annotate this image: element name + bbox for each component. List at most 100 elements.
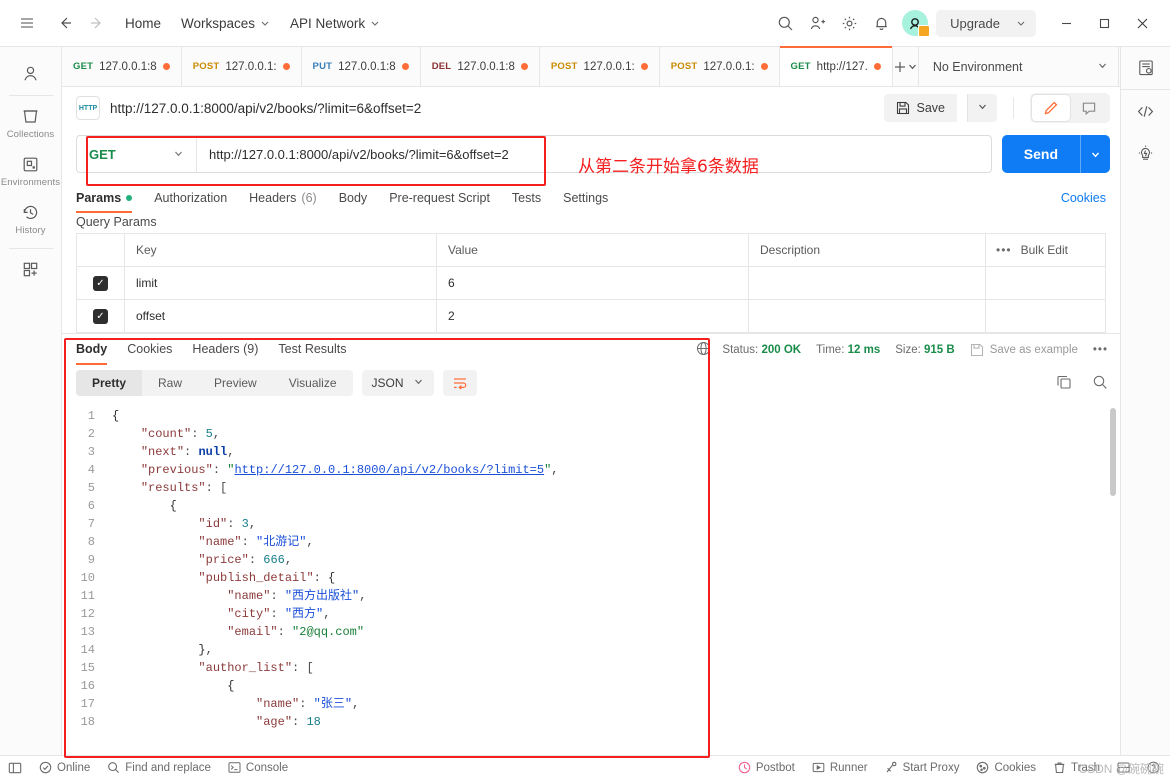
send-options-chevron-icon[interactable] [1080, 135, 1110, 173]
checkbox-checked-icon: ✓ [93, 275, 108, 291]
copy-icon[interactable] [1056, 374, 1072, 393]
http-protocol-icon: HTTP [76, 96, 100, 120]
search-icon[interactable] [1092, 374, 1108, 393]
find-and-replace-button[interactable]: Find and replace [107, 761, 211, 774]
cookies-link[interactable]: Cookies [1061, 191, 1106, 205]
request-tab[interactable]: GET 127.0.0.1:8 [62, 47, 182, 86]
sidebar-item-user[interactable] [3, 55, 59, 89]
trash-button[interactable]: Trash [1053, 761, 1100, 774]
response-tab-headers[interactable]: Headers (9) [192, 334, 258, 365]
format-preview[interactable]: Preview [198, 370, 273, 396]
row-actions [985, 267, 1105, 299]
comment-mode-button[interactable] [1070, 95, 1108, 121]
bulk-edit-button[interactable]: ••• Bulk Edit [985, 234, 1105, 266]
table-row[interactable]: ✓ limit 6 [77, 267, 1105, 300]
sidebar-item-collections[interactable]: Collections [3, 98, 59, 146]
response-body-code[interactable]: 1 2 3 4 5 6 7 8 9 10 11 12 13 14 15 16 17 18 { "count": 5… [62, 402, 1120, 755]
send-button[interactable]: Send [1001, 135, 1110, 173]
environment-quick-look-icon[interactable] [1123, 47, 1169, 89]
panel-layout-icon[interactable] [1117, 761, 1130, 774]
online-status[interactable]: Online [39, 761, 90, 774]
environment-selector[interactable]: No Environment [917, 47, 1118, 86]
row-checkbox[interactable]: ✓ [77, 308, 124, 324]
table-row[interactable]: ✓ offset 2 [77, 300, 1105, 333]
sidebar-item-history[interactable]: History [3, 194, 59, 242]
more-icon[interactable]: ••• [996, 243, 1012, 257]
upgrade-button[interactable]: Upgrade [936, 9, 1036, 37]
code-scrollbar[interactable] [1110, 408, 1116, 496]
request-tab[interactable]: POST 127.0.0.1: [181, 47, 302, 86]
nav-home[interactable]: Home [116, 11, 170, 36]
help-icon[interactable] [1147, 761, 1160, 774]
code-content[interactable]: { "count": 5, "next": null, "previous": … [104, 402, 1120, 755]
response-tab-test-results[interactable]: Test Results [278, 334, 346, 365]
save-options-chevron-icon[interactable] [967, 94, 997, 122]
cookies-button[interactable]: Cookies [976, 761, 1036, 774]
maximize-button[interactable] [1086, 6, 1122, 40]
sidebar-item-add-apps[interactable] [3, 251, 59, 285]
response-format-tabs: Pretty Raw Preview Visualize [76, 370, 353, 396]
bell-icon[interactable] [866, 8, 896, 38]
request-tab[interactable]: DEL 127.0.0.1:8 [420, 47, 540, 86]
save-as-example-button[interactable]: Save as example [970, 343, 1078, 357]
format-visualize[interactable]: Visualize [273, 370, 353, 396]
code-snippet-icon[interactable] [1123, 90, 1169, 132]
row-key[interactable]: limit [124, 267, 436, 299]
save-button[interactable]: Save [883, 94, 957, 122]
row-description[interactable] [748, 300, 985, 332]
postbot-button[interactable]: Postbot [738, 761, 795, 774]
lightbulb-icon[interactable] [1123, 132, 1169, 174]
response-format-row: Pretty Raw Preview Visualize JSON [62, 365, 1120, 402]
back-icon[interactable] [50, 8, 80, 38]
start-proxy-button[interactable]: Start Proxy [885, 761, 959, 774]
avatar[interactable] [902, 10, 931, 37]
sidebar-toggle-icon[interactable] [8, 761, 22, 775]
tab-list-chevron-icon[interactable] [907, 47, 918, 86]
tab-settings[interactable]: Settings [563, 183, 608, 213]
sidebar-item-label: History [15, 225, 46, 236]
row-description[interactable] [748, 267, 985, 299]
new-tab-button[interactable] [893, 47, 907, 86]
row-checkbox[interactable]: ✓ [77, 275, 124, 291]
row-value[interactable]: 6 [436, 267, 748, 299]
forward-icon[interactable] [82, 8, 112, 38]
tab-authorization[interactable]: Authorization [154, 183, 227, 213]
hamburger-icon[interactable] [12, 8, 42, 38]
sidebar-item-environments[interactable]: Environments [1, 146, 60, 194]
response-language-selector[interactable]: JSON [361, 370, 434, 396]
minimize-button[interactable] [1048, 6, 1084, 40]
unsaved-dot [401, 63, 409, 70]
nav-workspaces[interactable]: Workspaces [172, 11, 279, 36]
runner-button[interactable]: Runner [812, 761, 868, 774]
code-line: "name": "张三", [256, 697, 360, 711]
tab-body[interactable]: Body [339, 183, 368, 213]
tab-params[interactable]: Params [76, 183, 133, 213]
tab-headers[interactable]: Headers (6) [249, 183, 317, 213]
format-raw[interactable]: Raw [142, 370, 198, 396]
gear-icon[interactable] [834, 8, 864, 38]
tab-pre-request-script[interactable]: Pre-request Script [389, 183, 490, 213]
unsaved-dot [282, 63, 290, 70]
wrap-lines-icon[interactable] [442, 370, 477, 396]
request-title[interactable]: http://127.0.0.1:8000/api/v2/books/?limi… [110, 101, 421, 116]
tab-tests[interactable]: Tests [512, 183, 541, 213]
checkbox-checked-icon: ✓ [93, 308, 108, 324]
method-selector[interactable]: GET [77, 136, 197, 172]
request-tab[interactable]: PUT 127.0.0.1:8 [301, 47, 421, 86]
edit-mode-button[interactable] [1032, 95, 1070, 121]
close-button[interactable] [1124, 6, 1160, 40]
response-more-icon[interactable]: ••• [1093, 344, 1108, 356]
response-tab-body[interactable]: Body [76, 334, 108, 365]
format-pretty[interactable]: Pretty [76, 370, 143, 396]
invite-user-icon[interactable] [802, 8, 832, 38]
response-tab-cookies[interactable]: Cookies [127, 334, 172, 365]
row-key[interactable]: offset [124, 300, 436, 332]
request-tab-active[interactable]: GET http://127. [779, 46, 893, 86]
request-tab[interactable]: POST 127.0.0.1: [659, 47, 780, 86]
nav-api-network[interactable]: API Network [281, 11, 389, 36]
row-value[interactable]: 2 [436, 300, 748, 332]
search-icon[interactable] [770, 8, 800, 38]
code-line: "name": "西方出版社", [227, 589, 367, 603]
console-button[interactable]: Console [228, 761, 288, 774]
request-tab[interactable]: POST 127.0.0.1: [539, 47, 660, 86]
